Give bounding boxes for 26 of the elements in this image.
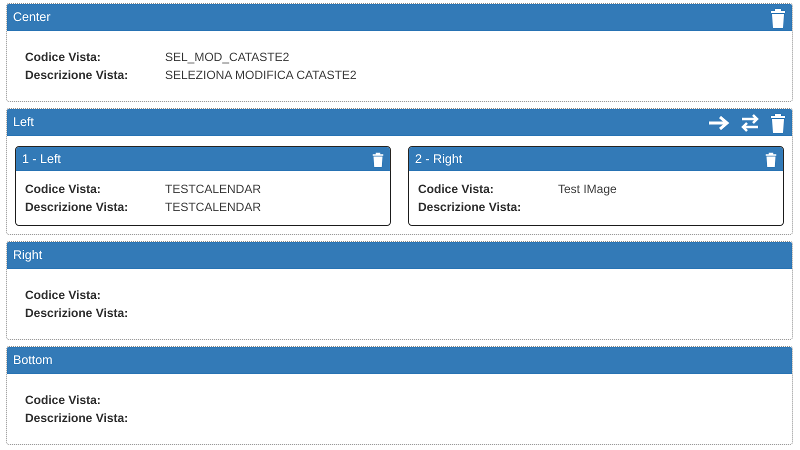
panel-title: Bottom xyxy=(13,352,53,370)
subpanel-title: 1 - Left xyxy=(22,150,61,168)
field-label: Codice Vista: xyxy=(418,181,495,198)
field-label: Descrizione Vista: xyxy=(418,199,522,216)
panel-title: Center xyxy=(13,9,51,26)
field-label: Codice Vista: xyxy=(25,181,102,198)
panel-title: Left xyxy=(13,114,34,132)
field-label: Codice Vista: xyxy=(25,392,102,409)
field-value: TESTCALENDAR xyxy=(165,199,262,216)
panel-title: Right xyxy=(13,247,42,264)
field-value: Test IMage xyxy=(558,181,617,198)
field-value: TESTCALENDAR xyxy=(165,181,262,198)
subpanel-title: 2 - Right xyxy=(415,150,462,168)
field-label: Descrizione Vista: xyxy=(25,305,130,322)
trash-icon[interactable] xyxy=(770,112,786,132)
trash-icon[interactable] xyxy=(770,8,786,28)
field-value: SEL_MOD_CATASTE2 xyxy=(165,49,290,66)
field-label: Codice Vista: xyxy=(25,287,102,304)
field-label: Descrizione Vista: xyxy=(25,199,130,216)
swap-arrows-icon[interactable] xyxy=(740,112,760,132)
field-value: SELEZIONA MODIFICA CATASTE2 xyxy=(165,67,357,84)
field-label: Descrizione Vista: xyxy=(25,67,130,84)
field-label: Descrizione Vista: xyxy=(25,410,130,427)
field-label: Codice Vista: xyxy=(25,49,102,66)
trash-icon[interactable] xyxy=(765,152,777,166)
trash-icon[interactable] xyxy=(372,152,384,166)
